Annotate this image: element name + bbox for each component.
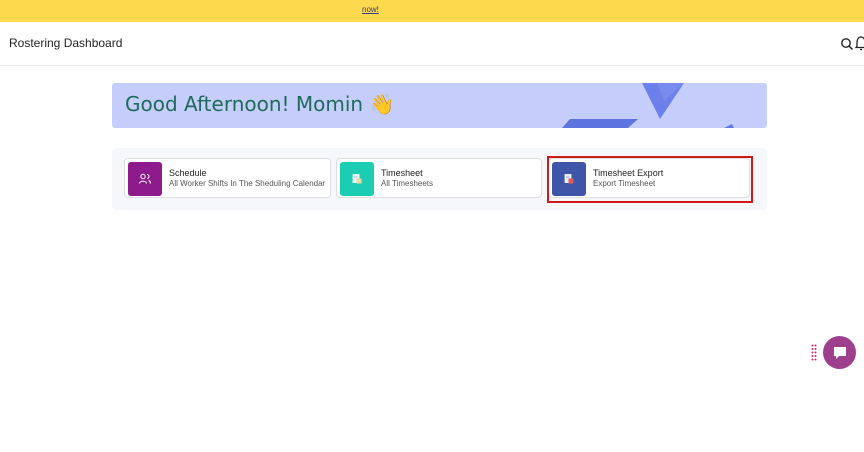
top-bar: Rostering Dashboard [0, 22, 864, 66]
card-subtitle: All Timesheets [381, 179, 434, 188]
card-icon-box [128, 162, 162, 196]
search-icon[interactable] [840, 37, 854, 51]
card-title: Timesheet [381, 168, 423, 178]
card-title: Schedule [169, 168, 207, 178]
card-subtitle: All Worker Shifts In The Sheduling Calen… [169, 179, 326, 188]
card-icon-box [340, 162, 374, 196]
page-title: Rostering Dashboard [9, 36, 123, 50]
greeting-banner: Good Afternoon! Momin 👋 [112, 83, 767, 128]
users-icon [139, 173, 151, 184]
drag-handle-icon[interactable] [811, 344, 817, 362]
chat-button[interactable] [823, 336, 856, 369]
timesheet-icon [352, 174, 362, 184]
banner-link[interactable]: now! [362, 5, 379, 14]
greeting-text: Good Afternoon! Momin 👋 [125, 92, 395, 116]
bell-icon[interactable] [855, 35, 864, 51]
schedule-card[interactable]: Schedule All Worker Shifts In The Shedul… [124, 158, 331, 198]
top-banner: now! [0, 0, 864, 22]
highlight-box [547, 156, 753, 203]
chat-bubble-icon [833, 346, 846, 359]
timesheet-card[interactable]: Timesheet All Timesheets [336, 158, 542, 198]
